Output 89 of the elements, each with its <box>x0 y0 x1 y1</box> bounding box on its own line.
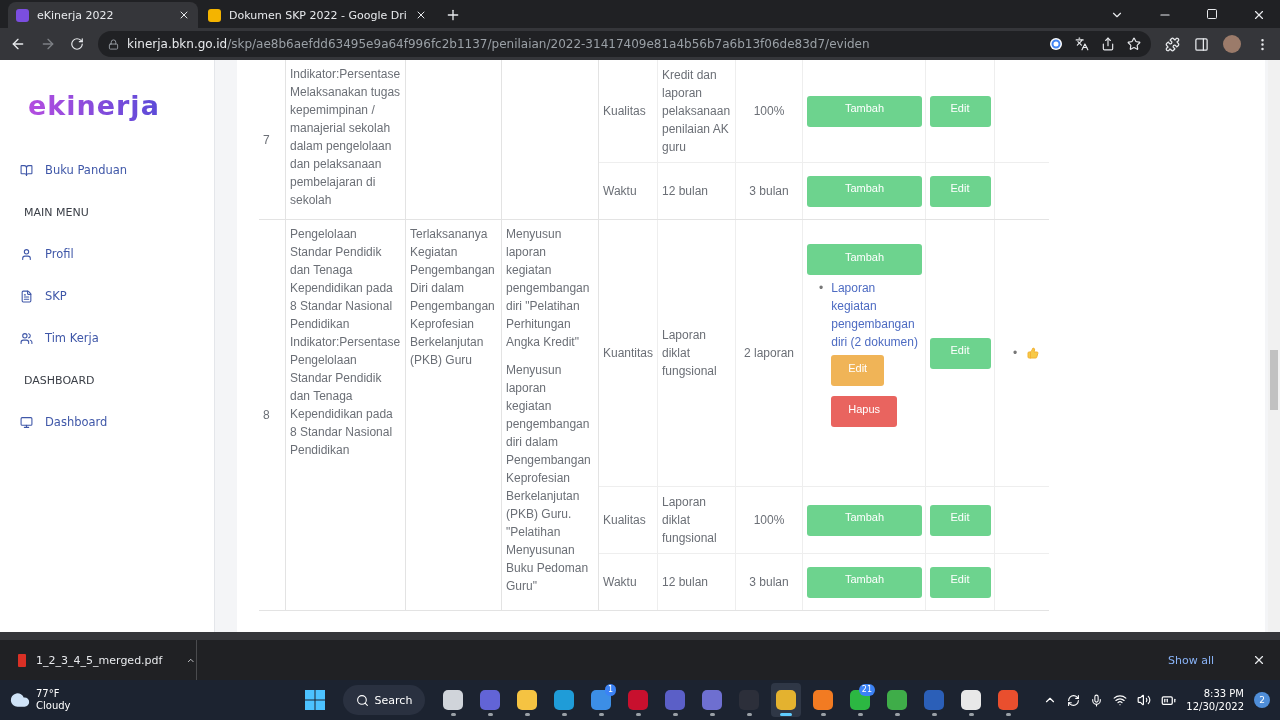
table-cell-text: Waktu <box>603 574 637 591</box>
table-cell-text: 2 laporan <box>743 345 794 362</box>
users-icon <box>20 331 33 345</box>
g-circle-icon[interactable] <box>1049 37 1063 51</box>
badge: 1 <box>604 684 616 696</box>
edit-button[interactable]: Edit <box>929 566 991 598</box>
sidebar-item[interactable]: SKP <box>20 275 67 317</box>
maximize-icon[interactable] <box>1206 8 1218 20</box>
badge: 21 <box>858 684 875 696</box>
sidebar-item[interactable]: Profil <box>20 233 74 275</box>
favicon-icon <box>208 8 221 22</box>
favicon-icon <box>16 8 29 22</box>
add-button[interactable]: Tambah <box>807 566 922 598</box>
scrollbar[interactable] <box>1268 60 1280 632</box>
document-icon <box>20 289 33 303</box>
side-panel-icon[interactable] <box>1194 36 1209 52</box>
table-cell-text: Laporan diklat fungsional <box>662 494 718 547</box>
weather-widget[interactable]: 77°F Cloudy <box>36 688 71 712</box>
table-cell-text: 12 bulan <box>662 183 709 200</box>
table-cell-text: Terlaksananya Kegiatan Pengembangan Diri dalam Pengembangan Keprofesian Berkelanjutan (PKB) Guru <box>410 226 496 369</box>
browser-tab[interactable]: eKinerja 2022 <box>8 2 198 28</box>
browser-tab[interactable]: Dokumen SKP 2022 - Google Dri <box>200 2 435 28</box>
wifi-icon[interactable] <box>1113 693 1128 707</box>
table-cell-text: Kualitas <box>603 103 646 120</box>
table-cell-text: 100% <box>753 512 785 529</box>
table-cell-text: 100% <box>753 103 785 120</box>
sidebar-item[interactable]: Tim Kerja <box>20 317 99 359</box>
delete-button[interactable]: Hapus <box>831 396 898 427</box>
monitor-icon <box>20 415 33 429</box>
bullet: • <box>819 280 824 297</box>
row-number: 8 <box>263 407 271 424</box>
search-icon <box>355 693 369 707</box>
taskbar-app[interactable]: 1 <box>586 683 616 717</box>
clock[interactable]: 8:33 PM 12/30/2022 <box>1186 687 1244 713</box>
table-cell-text: Waktu <box>603 183 637 200</box>
back-icon[interactable] <box>10 36 26 52</box>
sidebar-item[interactable]: Dashboard <box>20 401 108 443</box>
table-cell-text: Kredit dan laporan pelaksanaan penilaian AK guru <box>662 67 731 156</box>
menu-heading: DASHBOARD <box>24 372 95 389</box>
table-cell-text: 12 bulan <box>662 574 709 591</box>
table-cell-text: Kualitas <box>603 512 646 529</box>
edit-button[interactable]: Edit <box>929 95 991 127</box>
add-button[interactable]: Tambah <box>807 244 922 275</box>
table-cell-text: Kuantitas <box>603 345 654 362</box>
translate-icon[interactable] <box>1075 37 1089 51</box>
add-button[interactable]: Tambah <box>807 175 922 207</box>
lock-icon[interactable] <box>108 38 119 50</box>
puzzle-icon[interactable] <box>1165 36 1180 52</box>
table-cell-text: Laporan diklat fungsional <box>662 327 718 380</box>
thumbs-up-icon <box>1027 347 1040 359</box>
share-icon[interactable] <box>1101 37 1115 51</box>
close-icon[interactable] <box>1252 653 1266 667</box>
search-button[interactable]: Search <box>343 685 425 715</box>
table-cell-text: Indikator:Persentase Melaksanakan tugas kepemimpinan / manajerial sekolah dalam pengelolaan dan pelaksanaan pembelajaran di sekolah <box>290 66 401 209</box>
evidence-link[interactable]: Laporan kegiatan pengembangan diri (2 dokumen) <box>831 279 921 351</box>
notification-badge[interactable]: 2 <box>1254 692 1270 708</box>
taskbar-app[interactable] <box>771 683 801 717</box>
reload-icon[interactable] <box>70 37 84 51</box>
table-cell-text: Menyusun laporan kegiatan pengembangan diri "Pelatihan Perhitungan Angka Kredit" <box>506 226 591 351</box>
add-button[interactable]: Tambah <box>807 504 922 536</box>
user-icon <box>20 247 33 261</box>
sync-icon[interactable] <box>1067 693 1081 707</box>
edit-button[interactable]: Edit <box>929 337 991 369</box>
forward-icon[interactable] <box>40 36 56 52</box>
table-cell-text: 3 bulan <box>749 183 789 200</box>
row-number: 7 <box>263 131 271 149</box>
edit-button[interactable]: Edit <box>831 355 885 386</box>
star-icon[interactable] <box>1127 37 1141 51</box>
edit-button[interactable]: Edit <box>929 504 991 536</box>
taskbar-app[interactable]: 21 <box>845 683 875 717</box>
volume-icon[interactable] <box>1137 693 1152 707</box>
show-all-link[interactable]: Show all <box>1167 653 1214 667</box>
pdf-icon <box>18 653 27 667</box>
menu-heading: MAIN MENU <box>24 204 89 221</box>
add-button[interactable]: Tambah <box>807 95 922 127</box>
table-cell-text: 3 bulan <box>749 574 789 591</box>
mic-icon[interactable] <box>1090 693 1104 707</box>
address-field[interactable]: kinerja.bkn.go.id/skp/ae8b6aefdd63495e9a64f996fc2b1137/penilaian/2022-31417409e81a4b56b7a6b13f06de83d7/eviden <box>98 31 1151 57</box>
edit-button[interactable]: Edit <box>929 175 991 207</box>
cloud-icon <box>10 690 30 710</box>
table-cell-text: Menyusun laporan kegiatan pengembangan diri dalam Pengembangan Keprofesian Berkelanjutan (PKB) Guru. "Pelatihan Menyusunan Buku Pedoman Guru" <box>506 362 592 595</box>
close-icon[interactable] <box>178 9 190 21</box>
bullet: • <box>1013 345 1018 362</box>
download-file[interactable]: 1_2_3_4_5_merged.pdf <box>36 653 163 667</box>
sidebar-item[interactable]: Buku Panduan <box>20 149 128 191</box>
avatar-icon[interactable] <box>1223 35 1241 53</box>
book-icon <box>20 163 33 177</box>
table-cell-text: Pengelolaan Standar Pendidik dan Tenaga Kependidikan pada 8 Standar Nasional Pendidikan Indikator:Persentase Pengelolaan Standar Pendidik dan Tenaga Kependidikan pada 8 Standar Nasional Pendidikan <box>290 226 401 459</box>
close-icon[interactable] <box>1252 8 1266 22</box>
